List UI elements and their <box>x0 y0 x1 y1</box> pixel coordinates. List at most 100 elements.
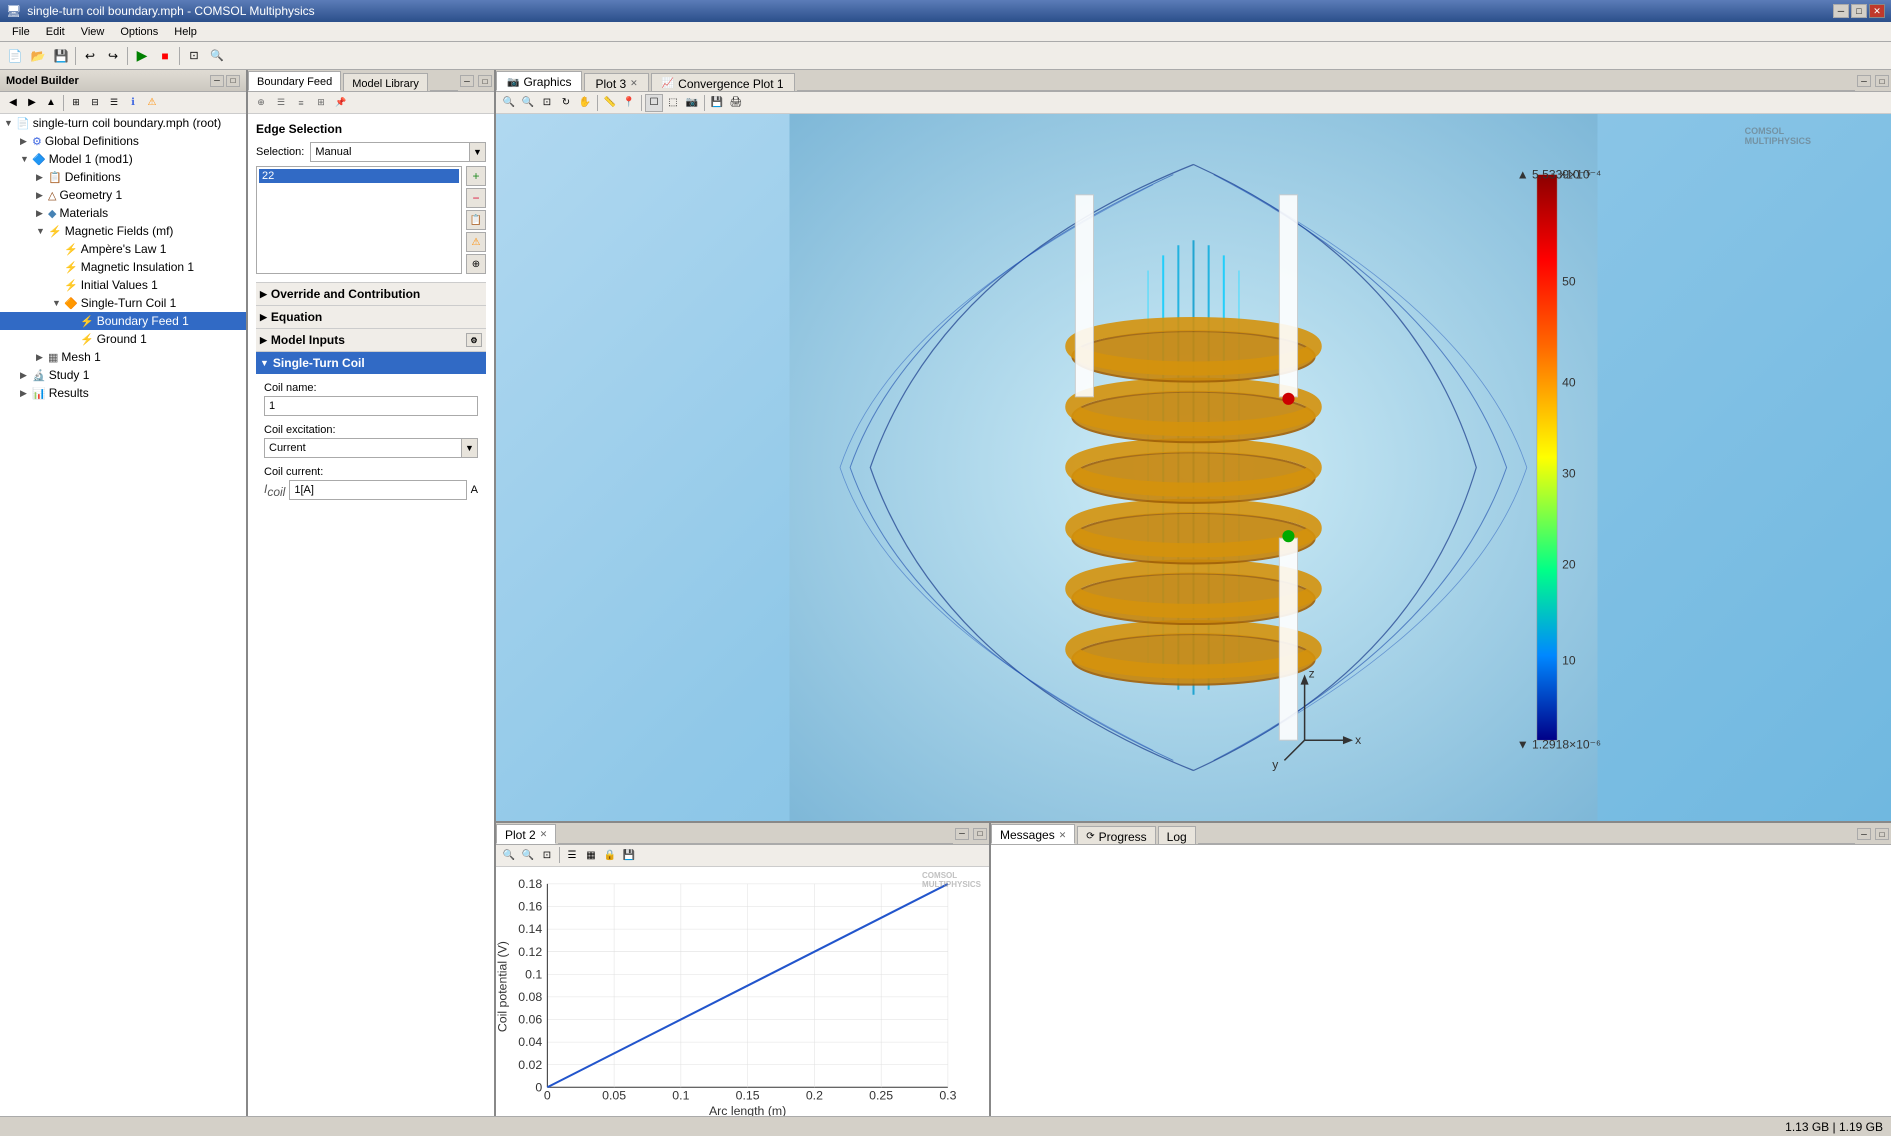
tab-plot2-close[interactable]: ✕ <box>540 829 548 840</box>
gfx-probe[interactable]: 📍 <box>620 94 638 112</box>
p2-cols[interactable]: ▦ <box>582 846 600 864</box>
sel-copy-btn[interactable]: 📋 <box>466 210 486 230</box>
graphics-panel-min[interactable]: ─ <box>1857 75 1871 87</box>
toolbar-stop-btn[interactable]: ■ <box>154 45 176 67</box>
sel-zoom-btn[interactable]: ⊕ <box>466 254 486 274</box>
gfx-zoom-in[interactable]: 🔍 <box>500 94 518 112</box>
toolbar-redo-btn[interactable]: ↪ <box>102 45 124 67</box>
tab-model-library[interactable]: Model Library <box>343 73 428 91</box>
tree-row-mf[interactable]: ▼ ⚡ Magnetic Fields (mf) <box>0 222 246 240</box>
coil-current-input[interactable] <box>289 480 466 500</box>
tree-row-amperes[interactable]: ⚡ Ampère's Law 1 <box>0 240 246 258</box>
toolbar-undo-btn[interactable]: ↩ <box>79 45 101 67</box>
tab-boundary-feed[interactable]: Boundary Feed <box>248 71 341 91</box>
tree-back-btn[interactable]: ◀ <box>4 94 22 112</box>
graphics-panel-max[interactable]: □ <box>1875 75 1889 87</box>
tree-row-ground[interactable]: ⚡ Ground 1 <box>0 330 246 348</box>
tree-row-mesh[interactable]: ▶ ▦ Mesh 1 <box>0 348 246 366</box>
tab-convergence[interactable]: 📈 Convergence Plot 1 <box>651 73 795 91</box>
menu-help[interactable]: Help <box>166 24 205 40</box>
tree-row-geometry[interactable]: ▶ △ Geometry 1 <box>0 186 246 204</box>
selection-dropdown-arrow[interactable]: ▼ <box>469 143 485 161</box>
tree-info-btn[interactable]: ℹ <box>124 94 142 112</box>
tree-expand-all-btn[interactable]: ⊞ <box>67 94 85 112</box>
tree-view-btn[interactable]: ☰ <box>105 94 123 112</box>
plot2-max[interactable]: □ <box>973 828 987 840</box>
menu-options[interactable]: Options <box>112 24 166 40</box>
model-builder-maximize[interactable]: □ <box>226 75 240 87</box>
toolbar-zoom-extent-btn[interactable]: ⊡ <box>183 45 205 67</box>
menu-file[interactable]: File <box>4 24 38 40</box>
tab-plot3-close[interactable]: ✕ <box>630 78 638 89</box>
tab-progress[interactable]: ⟳ Progress <box>1077 826 1155 844</box>
coil-name-input[interactable] <box>264 396 478 416</box>
maximize-button[interactable]: □ <box>1851 4 1867 18</box>
tree-row-results[interactable]: ▶ 📊 Results <box>0 384 246 402</box>
gfx-zoom-out[interactable]: 🔍 <box>519 94 537 112</box>
tree-row-model1[interactable]: ▼ 🔷 Model 1 (mod1) <box>0 150 246 168</box>
toolbar-save-btn[interactable]: 💾 <box>50 45 72 67</box>
tree-row-boundary-feed[interactable]: ⚡ Boundary Feed 1 <box>0 312 246 330</box>
tree-row-global-defs[interactable]: ▶ ⚙ Global Definitions <box>0 132 246 150</box>
gfx-zoom-extent[interactable]: ⊡ <box>538 94 556 112</box>
tab-messages-close[interactable]: ✕ <box>1059 830 1067 841</box>
tree-forward-btn[interactable]: ▶ <box>23 94 41 112</box>
bp-btn1[interactable]: ⊕ <box>252 94 270 112</box>
model-inputs-header[interactable]: ▶ Model Inputs ⚙ <box>256 329 486 351</box>
model-builder-minimize[interactable]: ─ <box>210 75 224 87</box>
tree-row-single-turn-coil[interactable]: ▼ 🔶 Single-Turn Coil 1 <box>0 294 246 312</box>
tree-up-btn[interactable]: ▲ <box>42 94 60 112</box>
bp-btn5[interactable]: 📌 <box>332 94 350 112</box>
p2-zoomin[interactable]: 🔍 <box>500 846 518 864</box>
gfx-highlight[interactable]: ☐ <box>645 94 663 112</box>
bp-btn3[interactable]: ≡ <box>292 94 310 112</box>
close-button[interactable]: ✕ <box>1869 4 1885 18</box>
gfx-print[interactable]: 🖨 <box>727 94 745 112</box>
gfx-3d-render[interactable]: ⬚ <box>664 94 682 112</box>
toolbar-new-btn[interactable]: 📄 <box>4 45 26 67</box>
minimize-button[interactable]: ─ <box>1833 4 1849 18</box>
bp-btn4[interactable]: ⊞ <box>312 94 330 112</box>
toolbar-run-btn[interactable]: ▶ <box>131 45 153 67</box>
bp-btn2[interactable]: ☰ <box>272 94 290 112</box>
gfx-export[interactable]: 💾 <box>708 94 726 112</box>
gfx-measure[interactable]: 📏 <box>601 94 619 112</box>
toolbar-open-btn[interactable]: 📂 <box>27 45 49 67</box>
override-header[interactable]: ▶ Override and Contribution <box>256 283 486 305</box>
messages-max[interactable]: □ <box>1875 828 1889 840</box>
gfx-rotate[interactable]: ↻ <box>557 94 575 112</box>
gfx-snapshot[interactable]: 📷 <box>683 94 701 112</box>
p2-export[interactable]: 💾 <box>620 846 638 864</box>
plot2-min[interactable]: ─ <box>955 828 969 840</box>
tab-log[interactable]: Log <box>1158 826 1196 844</box>
equation-header[interactable]: ▶ Equation <box>256 306 486 328</box>
p2-table[interactable]: ☰ <box>563 846 581 864</box>
tab-plot3[interactable]: Plot 3 ✕ <box>584 73 648 91</box>
boundary-panel-min[interactable]: ─ <box>460 75 474 87</box>
tree-row-magnetic-insulation[interactable]: ⚡ Magnetic Insulation 1 <box>0 258 246 276</box>
menu-view[interactable]: View <box>73 24 113 40</box>
boundary-panel-max[interactable]: □ <box>478 75 492 87</box>
tree-row-definitions[interactable]: ▶ 📋 Definitions <box>0 168 246 186</box>
gfx-pan[interactable]: ✋ <box>576 94 594 112</box>
messages-min[interactable]: ─ <box>1857 828 1871 840</box>
coil-excitation-arrow[interactable]: ▼ <box>461 439 477 457</box>
sel-remove-btn[interactable]: − <box>466 188 486 208</box>
tree-row-initial-values[interactable]: ⚡ Initial Values 1 <box>0 276 246 294</box>
tree-row-study[interactable]: ▶ 🔬 Study 1 <box>0 366 246 384</box>
tree-row-materials[interactable]: ▶ ◆ Materials <box>0 204 246 222</box>
p2-extent[interactable]: ⊡ <box>538 846 556 864</box>
tab-plot2[interactable]: Plot 2 ✕ <box>496 824 556 844</box>
model-inputs-settings-btn[interactable]: ⚙ <box>466 333 482 347</box>
selection-item-22[interactable]: 22 <box>259 169 459 183</box>
menu-edit[interactable]: Edit <box>38 24 73 40</box>
sel-paste-btn[interactable]: ⚠ <box>466 232 486 252</box>
tree-warning-btn[interactable]: ⚠ <box>143 94 161 112</box>
tab-messages[interactable]: Messages ✕ <box>991 824 1075 844</box>
toolbar-zoom-in-btn[interactable]: 🔍 <box>206 45 228 67</box>
single-turn-coil-header[interactable]: ▼ Single-Turn Coil <box>256 352 486 374</box>
p2-lock[interactable]: 🔒 <box>601 846 619 864</box>
sel-add-btn[interactable]: + <box>466 166 486 186</box>
tree-row-root[interactable]: ▼ 📄 single-turn coil boundary.mph (root) <box>0 114 246 132</box>
p2-zoomout[interactable]: 🔍 <box>519 846 537 864</box>
